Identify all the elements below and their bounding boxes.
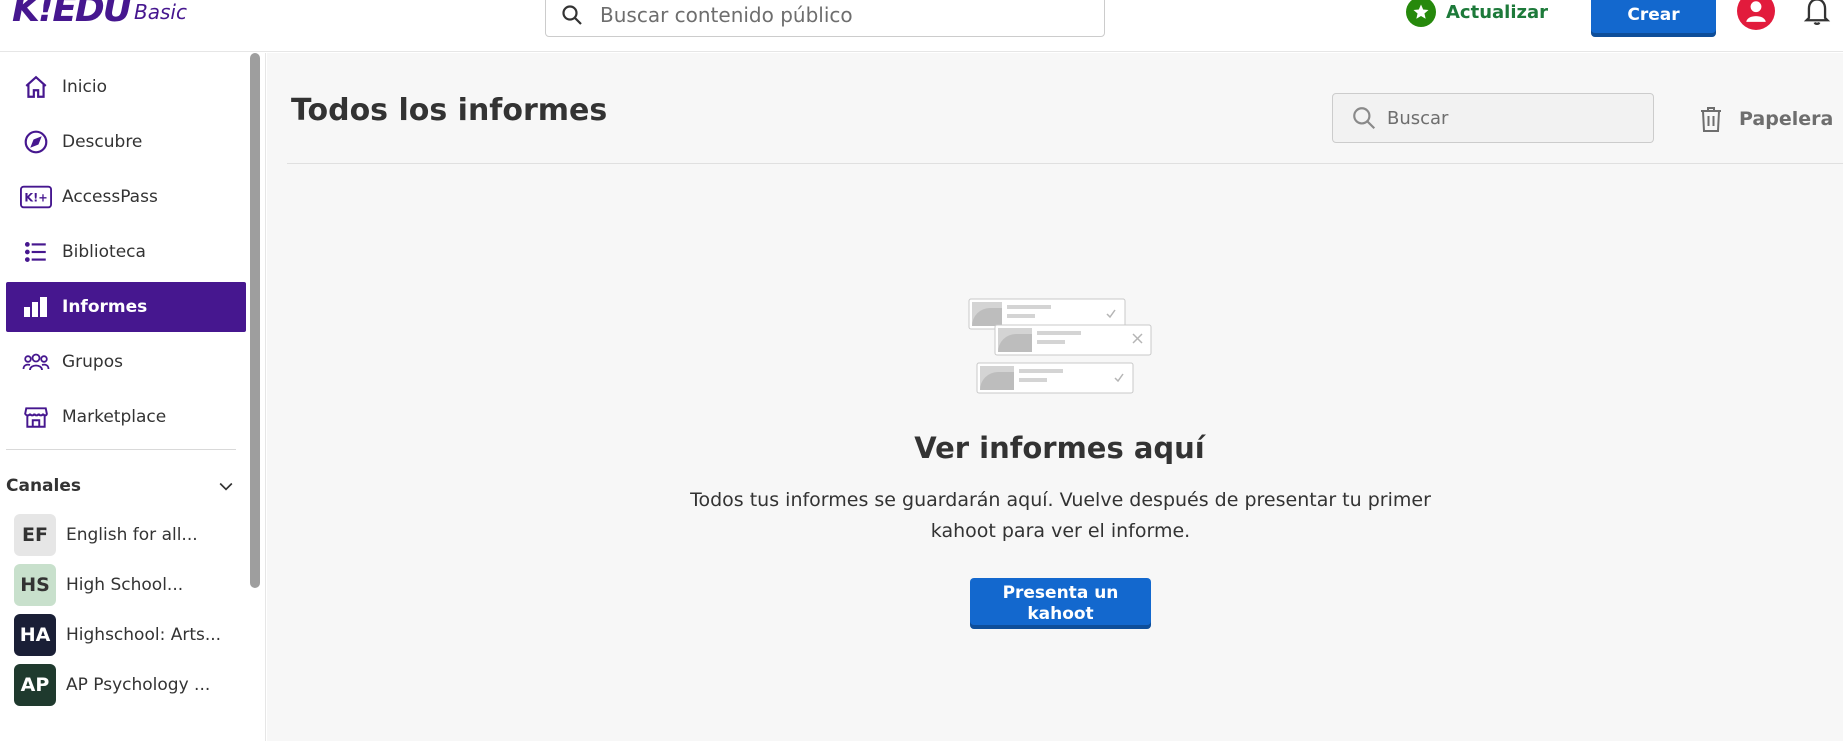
channel-label: Highschool: Arts... xyxy=(66,625,222,645)
sidebar-item-label: AccessPass xyxy=(62,187,158,207)
create-button[interactable]: Crear xyxy=(1591,0,1716,37)
reports-search[interactable] xyxy=(1332,93,1654,143)
sidebar-item-inicio[interactable]: Inicio xyxy=(6,62,246,112)
sidebar-item-label: Grupos xyxy=(62,352,123,372)
logo-text: K!EDU xyxy=(12,0,132,30)
sidebar-item-accesspass[interactable]: K!+ AccessPass xyxy=(6,172,246,222)
sidebar-item-marketplace[interactable]: Marketplace xyxy=(6,392,246,442)
channel-label: AP Psychology ... xyxy=(66,675,211,695)
user-avatar-icon[interactable] xyxy=(1737,0,1775,30)
sidebar-item-label: Marketplace xyxy=(62,407,167,427)
upgrade-label: Actualizar xyxy=(1446,1,1549,23)
sidebar-item-label: Informes xyxy=(62,297,148,317)
sidebar: Inicio Descubre K!+ AccessPass Bibliotec… xyxy=(0,53,266,741)
sidebar-item-biblioteca[interactable]: Biblioteca xyxy=(6,227,246,277)
home-icon xyxy=(20,71,52,103)
chevron-down-icon xyxy=(219,482,233,491)
reports-illustration xyxy=(968,298,1152,394)
channel-label: High School... xyxy=(66,575,184,595)
search-icon xyxy=(562,4,582,25)
sidebar-item-informes[interactable]: Informes xyxy=(6,282,246,332)
channel-label: English for all... xyxy=(66,525,198,545)
public-content-search[interactable] xyxy=(545,0,1105,37)
sidebar-item-grupos[interactable]: Grupos xyxy=(6,337,246,387)
sidebar-scrollbar[interactable] xyxy=(250,53,260,588)
list-icon xyxy=(20,236,52,268)
reports-main: Todos los informes Papelera xyxy=(267,53,1843,741)
channels-header[interactable]: Canales xyxy=(6,471,236,501)
channel-badge: HS xyxy=(14,564,56,606)
top-bar: K!EDU Basic Actualizar Crear xyxy=(0,0,1843,52)
logo-plan-label: Basic xyxy=(134,0,187,24)
channel-item[interactable]: EF English for all... xyxy=(14,513,244,557)
main-divider xyxy=(287,163,1843,164)
channel-item[interactable]: HA Highschool: Arts... xyxy=(14,613,244,657)
trash-button[interactable]: Papelera xyxy=(1699,103,1833,135)
sidebar-item-descubre[interactable]: Descubre xyxy=(6,117,246,167)
channel-badge: HA xyxy=(14,614,56,656)
bar-chart-icon xyxy=(20,291,52,323)
channel-badge: EF xyxy=(14,514,56,556)
group-icon xyxy=(20,346,52,378)
search-icon xyxy=(1353,107,1376,130)
store-icon xyxy=(20,401,52,433)
sidebar-item-label: Biblioteca xyxy=(62,242,146,262)
host-kahoot-button[interactable]: Presenta un kahoot xyxy=(970,578,1151,629)
sidebar-item-label: Descubre xyxy=(62,132,143,152)
bell-icon[interactable] xyxy=(1803,0,1831,26)
sidebar-divider xyxy=(6,449,236,450)
public-search-input[interactable] xyxy=(600,2,1080,27)
svg-text:K!+: K!+ xyxy=(24,192,47,205)
sidebar-item-label: Inicio xyxy=(62,77,107,97)
channel-badge: AP xyxy=(14,664,56,706)
trash-icon xyxy=(1701,107,1721,132)
accesspass-icon: K!+ xyxy=(20,181,52,213)
trash-label: Papelera xyxy=(1739,108,1834,130)
upgrade-link[interactable]: Actualizar xyxy=(1406,0,1549,27)
star-icon xyxy=(1406,0,1436,27)
channels-label: Canales xyxy=(6,476,81,496)
kahoot-edu-logo[interactable]: K!EDU Basic xyxy=(12,0,187,30)
channel-item[interactable]: HS High School... xyxy=(14,563,244,607)
empty-state-title: Ver informes aquí xyxy=(914,431,1205,465)
channel-item[interactable]: AP AP Psychology ... xyxy=(14,663,244,707)
page-title: Todos los informes xyxy=(291,93,608,128)
compass-icon xyxy=(20,126,52,158)
reports-search-input[interactable] xyxy=(1387,107,1637,129)
empty-state-text: Todos tus informes se guardarán aquí. Vu… xyxy=(690,489,1431,542)
